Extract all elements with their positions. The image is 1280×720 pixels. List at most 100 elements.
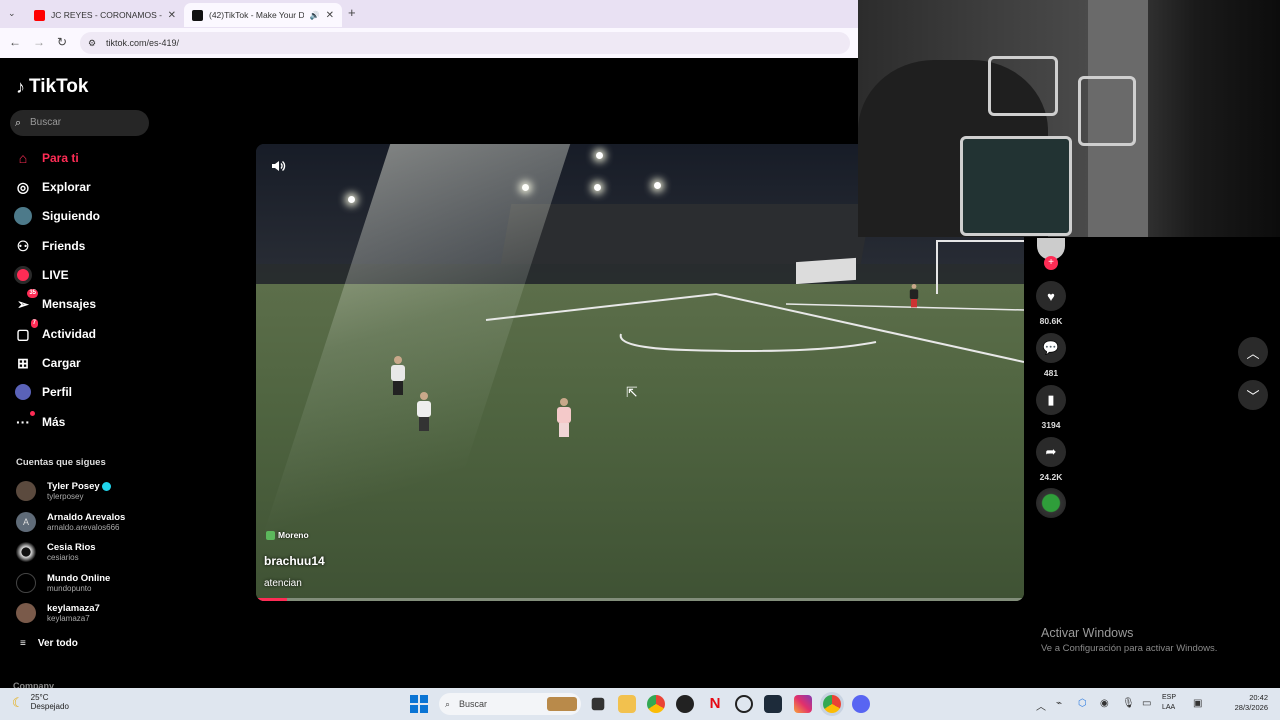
activation-watermark-title: Activar Windows <box>1041 626 1134 640</box>
nav-friends[interactable]: ⚇ Friends <box>14 235 86 257</box>
speaker-icon[interactable]: 🔊 <box>310 11 320 20</box>
file-explorer-icon[interactable] <box>618 695 636 713</box>
stadium-light <box>596 152 603 159</box>
previous-video-button[interactable]: ︿ <box>1238 337 1268 367</box>
account-handle: arnaldo.arevalos666 <box>47 523 120 532</box>
nav-actividad[interactable]: ▢ 7 Actividad <box>14 319 96 345</box>
tray-app-icon[interactable]: ⌁ <box>1056 698 1062 709</box>
see-all-button[interactable]: ≡ Ver todo <box>20 638 78 649</box>
nav-mas[interactable]: ··· Más <box>14 411 65 433</box>
netflix-icon[interactable]: N <box>706 695 724 713</box>
address-bar[interactable]: ⚙ tiktok.com/es-419/ <box>80 32 850 54</box>
creator-avatar-button[interactable]: + <box>1035 238 1067 270</box>
chatgpt-icon[interactable] <box>735 695 753 713</box>
save-button[interactable]: ▮ 3194 <box>1035 385 1067 430</box>
monitor-icon[interactable]: ▣ <box>1193 698 1202 709</box>
tab-title: JC REYES - CORONAMOS - You <box>51 10 162 20</box>
language-indicator[interactable]: ESP LAA <box>1162 693 1176 713</box>
tab-youtube[interactable]: JC REYES - CORONAMOS - You ✕ <box>26 3 184 27</box>
tab-search-icon[interactable]: ⌄ <box>8 8 16 19</box>
stadium-light <box>348 196 355 203</box>
nav-mensajes[interactable]: ➢ 35 Mensajes <box>14 289 96 315</box>
search-highlight-icon <box>547 697 577 711</box>
verified-icon <box>101 481 111 491</box>
search-input[interactable]: ⌕ Buscar <box>10 110 149 136</box>
live-icon <box>14 266 32 284</box>
sidebar: ♪ TikTok ⌕ Buscar ⌂ Para ti ◎ Explorar S… <box>0 58 160 691</box>
nav-perfil[interactable]: Perfil <box>14 381 72 403</box>
tiktok-logo[interactable]: ♪ TikTok <box>16 76 88 98</box>
search-icon: ⌕ <box>445 699 451 709</box>
reload-icon[interactable]: ↻ <box>57 35 67 49</box>
following-account[interactable]: keylamaza7 keylamaza7 <box>16 600 100 626</box>
taskbar-search-label: Buscar <box>459 699 488 709</box>
upload-icon: ⊞ <box>17 354 29 371</box>
discord-icon[interactable] <box>852 695 870 713</box>
location-label: Moreno <box>278 530 309 540</box>
microphone-icon[interactable]: 🎙 <box>1122 698 1135 709</box>
notification-dot <box>30 411 35 416</box>
chrome-active-icon[interactable] <box>823 695 841 713</box>
close-tab-icon[interactable]: ✕ <box>168 10 176 21</box>
nav-label: Para ti <box>42 151 79 165</box>
nav-label: Explorar <box>42 180 91 194</box>
weather-widget[interactable]: ☾ 25°C Despejado <box>12 693 69 711</box>
task-view-icon[interactable] <box>591 697 605 711</box>
obs-icon[interactable] <box>676 695 694 713</box>
player <box>909 284 919 308</box>
nav-explorar[interactable]: ◎ Explorar <box>14 176 91 198</box>
new-tab-button[interactable]: + <box>348 5 356 20</box>
close-tab-icon[interactable]: ✕ <box>326 10 334 21</box>
follow-plus-icon[interactable]: + <box>1044 256 1058 270</box>
location-tag[interactable]: Moreno <box>266 530 309 540</box>
back-icon[interactable]: ← <box>9 35 21 49</box>
volume-icon[interactable] <box>270 158 286 174</box>
following-account[interactable]: Cesia Rios cesiarios <box>16 539 96 565</box>
avatar <box>16 573 36 593</box>
start-icon[interactable] <box>410 695 428 713</box>
share-button[interactable]: ➦ 24.2K <box>1035 437 1067 482</box>
location-icon <box>266 530 275 540</box>
avatar <box>16 481 36 501</box>
tray-chevron-icon[interactable]: ︿ <box>1036 698 1046 713</box>
comment-count: 481 <box>1043 368 1059 378</box>
instagram-icon[interactable] <box>794 695 812 713</box>
next-video-button[interactable]: ﹀ <box>1238 380 1268 410</box>
moon-icon: ☾ <box>12 694 24 710</box>
chrome-icon[interactable] <box>647 695 665 713</box>
nav-para-ti[interactable]: ⌂ Para ti <box>14 147 79 169</box>
sound-disc-button[interactable] <box>1035 488 1067 518</box>
nav-cargar[interactable]: ⊞ Cargar <box>14 352 81 374</box>
avatar <box>16 603 36 623</box>
like-button[interactable]: ♥ 80.6K <box>1035 281 1067 326</box>
nav-label: Friends <box>42 239 86 253</box>
video-author[interactable]: brachuu14 <box>264 554 325 568</box>
following-account[interactable]: Mundo Online mundopunto <box>16 570 110 596</box>
see-all-label: Ver todo <box>37 638 78 649</box>
like-count: 80.6K <box>1039 316 1063 326</box>
tray-app-icon[interactable]: ◉ <box>1100 698 1109 709</box>
nav-siguiendo[interactable]: Siguiendo <box>14 205 100 227</box>
browser-toolbar: ← → ↻ ⚙ tiktok.com/es-419/ <box>0 28 858 58</box>
activity-badge: 7 <box>30 319 38 328</box>
video-progress-bar[interactable] <box>256 598 1024 601</box>
taskbar-search[interactable]: ⌕ Buscar <box>439 693 581 715</box>
tray-app-icon[interactable]: ▭ <box>1142 698 1151 709</box>
comment-button[interactable]: 💬 481 <box>1035 333 1067 378</box>
site-info-icon[interactable]: ⚙ <box>88 32 96 54</box>
account-name: Mundo Online <box>47 573 111 584</box>
clock[interactable]: 20:42 28/3/2026 <box>1210 693 1268 713</box>
forward-icon[interactable]: → <box>33 35 45 49</box>
account-handle: mundopunto <box>47 584 92 593</box>
tray-app-icon[interactable]: ⬡ <box>1078 698 1087 709</box>
capcut-icon[interactable] <box>764 695 782 713</box>
tab-strip: ⌄ JC REYES - CORONAMOS - You ✕ (42)TikTo… <box>0 0 858 28</box>
following-account[interactable]: Tyler Posey tylerposey <box>16 478 111 504</box>
video-goal <box>936 240 1024 294</box>
tab-tiktok[interactable]: (42)TikTok - Make Your Day 🔊 ✕ <box>184 3 342 27</box>
mouse-cursor: ⇱ <box>626 384 638 400</box>
following-account[interactable]: A Arnaldo Arevalos arnaldo.arevalos666 <box>16 509 125 535</box>
nav-label: LIVE <box>42 268 69 282</box>
messages-badge: 35 <box>27 289 38 298</box>
nav-live[interactable]: LIVE <box>14 264 69 286</box>
